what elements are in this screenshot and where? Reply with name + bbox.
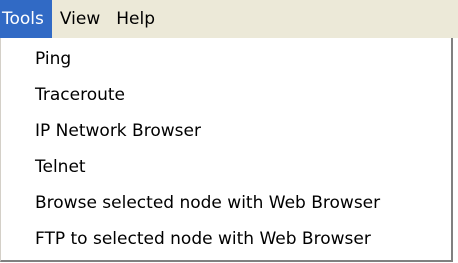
- menu-item-traceroute[interactable]: Traceroute: [1, 77, 451, 113]
- menu-tools[interactable]: Tools: [0, 0, 52, 38]
- menu-help[interactable]: Help: [108, 0, 163, 38]
- menu-item-browse-selected-node[interactable]: Browse selected node with Web Browser: [1, 185, 451, 221]
- tools-dropdown-menu: Ping Traceroute IP Network Browser Telne…: [0, 38, 453, 262]
- menu-item-ip-network-browser[interactable]: IP Network Browser: [1, 113, 451, 149]
- menu-view[interactable]: View: [52, 0, 108, 38]
- menu-item-telnet[interactable]: Telnet: [1, 149, 451, 185]
- menu-bar: Tools View Help: [0, 0, 458, 38]
- menu-item-ftp-selected-node[interactable]: FTP to selected node with Web Browser: [1, 221, 451, 257]
- menu-item-ping[interactable]: Ping: [1, 41, 451, 77]
